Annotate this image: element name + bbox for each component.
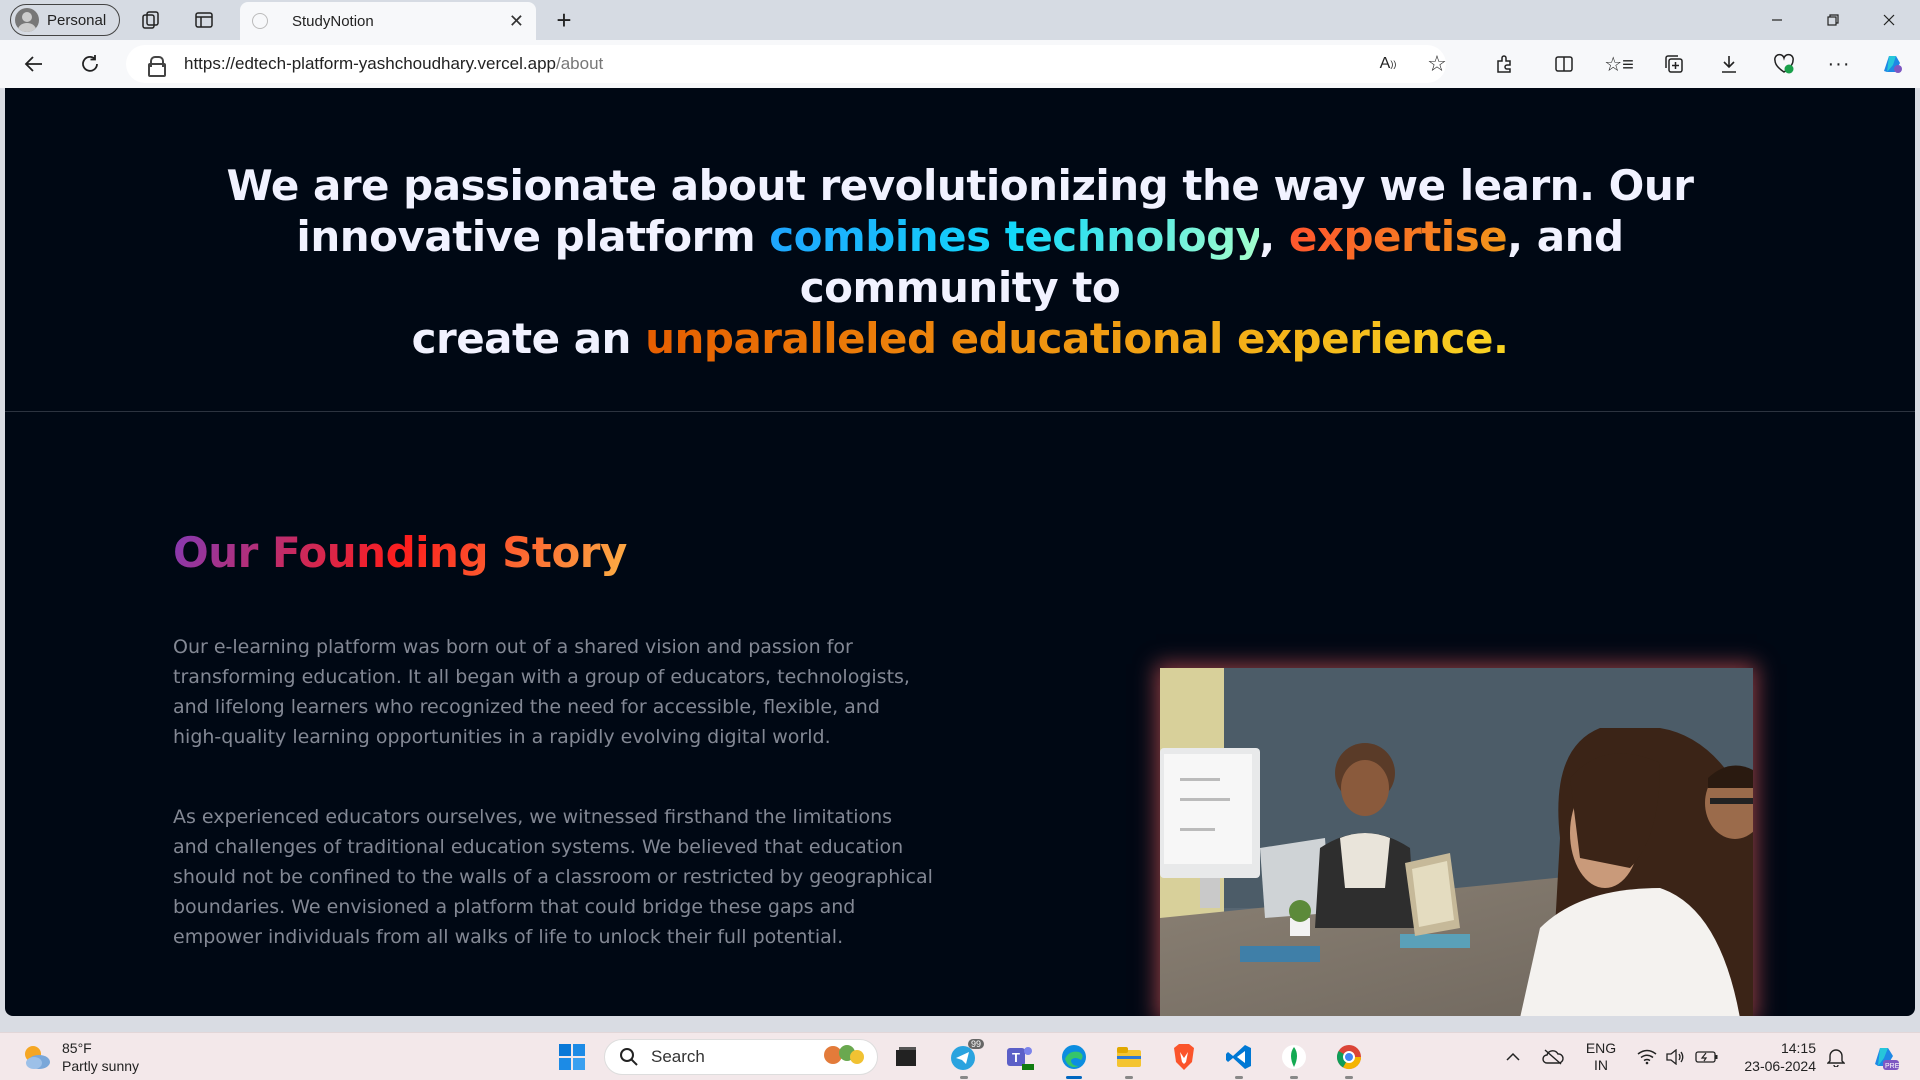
workspaces-icon[interactable] <box>133 2 169 38</box>
highlight-combines-technology: combines technology <box>769 212 1260 261</box>
refresh-icon[interactable] <box>72 46 108 82</box>
new-tab-icon[interactable]: + <box>546 2 582 38</box>
task-view-icon[interactable] <box>886 1039 926 1075</box>
system-clock[interactable]: 14:15 23-06-2024 <box>1730 1039 1816 1075</box>
restore-icon[interactable] <box>1806 0 1860 40</box>
copilot-taskbar-icon[interactable]: PRE <box>1864 1033 1904 1080</box>
page-viewport: We are passionate about revolutionizing … <box>5 88 1915 1016</box>
founding-story-paragraph-2: As experienced educators ourselves, we w… <box>173 806 933 948</box>
chrome-app-icon[interactable] <box>1329 1039 1369 1079</box>
battery-charging-icon[interactable] <box>1692 1033 1722 1080</box>
highlight-expertise: expertise <box>1288 212 1508 261</box>
language-code: ENG <box>1585 1040 1617 1056</box>
running-indicator <box>1125 1076 1133 1079</box>
active-indicator <box>1066 1076 1082 1079</box>
hero-heading: We are passionate about revolutionizing … <box>165 160 1755 364</box>
about-hero-section: We are passionate about revolutionizing … <box>5 88 1915 412</box>
partly-sunny-icon <box>20 1041 52 1073</box>
onedrive-offline-icon[interactable] <box>1538 1033 1568 1080</box>
start-button[interactable] <box>552 1039 592 1075</box>
highlight-unparalleled-experience: unparalleled educational experience. <box>645 314 1509 363</box>
close-window-icon[interactable] <box>1862 0 1916 40</box>
telegram-badge: 99 <box>967 1039 984 1049</box>
telegram-app-icon[interactable]: 99 <box>944 1039 984 1079</box>
url-text[interactable]: https://edtech-platform-yashchoudhary.ve… <box>184 54 603 74</box>
founding-story-title: Our Founding Story <box>173 528 627 577</box>
more-options-icon[interactable]: ··· <box>1821 46 1857 82</box>
downloads-icon[interactable] <box>1711 46 1747 82</box>
volume-icon[interactable] <box>1662 1033 1688 1080</box>
search-highlight-icon <box>819 1041 867 1074</box>
tab-favicon-icon <box>252 13 268 29</box>
tab-actions-icon[interactable] <box>186 2 222 38</box>
mongodb-compass-icon[interactable] <box>1274 1039 1314 1079</box>
weather-temperature: 85°F <box>62 1040 92 1056</box>
copilot-icon[interactable] <box>1874 46 1910 82</box>
search-placeholder: Search <box>651 1047 705 1066</box>
address-toolbar: https://edtech-platform-yashchoudhary.ve… <box>0 40 1920 88</box>
running-indicator <box>960 1076 968 1079</box>
language-indicator[interactable]: ENG IN <box>1578 1033 1624 1080</box>
wifi-icon[interactable] <box>1634 1033 1660 1080</box>
founding-story-paragraph-1: Our e-learning platform was born out of … <box>173 636 910 748</box>
back-icon[interactable] <box>16 46 52 82</box>
split-screen-icon[interactable] <box>1546 46 1582 82</box>
running-indicator <box>1290 1076 1298 1079</box>
taskbar-search-input[interactable]: Search <box>604 1039 878 1075</box>
profile-label: Personal <box>47 11 107 29</box>
hero-line-3-prefix: create an <box>411 314 646 363</box>
vscode-app-icon[interactable] <box>1219 1039 1259 1079</box>
weather-description: Partly sunny <box>62 1058 140 1074</box>
edge-app-icon[interactable] <box>1054 1039 1094 1079</box>
running-indicator <box>1235 1076 1243 1079</box>
file-explorer-icon[interactable] <box>1109 1039 1149 1079</box>
browser-essentials-icon[interactable] <box>1766 46 1802 82</box>
teams-app-icon[interactable]: T <box>999 1039 1039 1075</box>
svg-text:PRE: PRE <box>1885 1063 1899 1070</box>
clock-date: 23-06-2024 <box>1744 1058 1816 1074</box>
region-code: IN <box>1594 1057 1608 1073</box>
tab-title: StudyNotion <box>292 12 374 30</box>
search-icon <box>620 1048 638 1066</box>
profile-button[interactable]: Personal <box>10 4 120 36</box>
running-indicator <box>1345 1076 1353 1079</box>
minimize-icon[interactable] <box>1750 0 1804 40</box>
read-aloud-icon[interactable]: A)) <box>1370 46 1406 82</box>
hero-separator: , <box>1259 212 1289 261</box>
windows-taskbar: 85°F Partly sunny Search 99 T ENG IN 14:… <box>0 1032 1920 1080</box>
svg-text:T: T <box>1012 1050 1020 1065</box>
collections-icon[interactable] <box>1656 46 1692 82</box>
favorites-icon[interactable]: ☆≡ <box>1601 46 1637 82</box>
browser-tab-bar: Personal StudyNotion ✕ + <box>0 0 1920 40</box>
hero-line-1: We are passionate about revolutionizing … <box>226 161 1694 210</box>
clock-time: 14:15 <box>1780 1040 1816 1056</box>
founding-story-image <box>1160 668 1753 1016</box>
lock-icon[interactable] <box>148 56 166 77</box>
brave-app-icon[interactable] <box>1164 1039 1204 1075</box>
weather-widget[interactable]: 85°F Partly sunny <box>20 1039 139 1075</box>
notification-bell-icon[interactable] <box>1822 1033 1850 1080</box>
close-tab-icon[interactable]: ✕ <box>509 11 524 32</box>
hero-line-2-prefix: innovative platform <box>296 212 770 261</box>
tab-studynotion[interactable]: StudyNotion ✕ <box>240 2 536 40</box>
url-bar[interactable]: https://edtech-platform-yashchoudhary.ve… <box>126 45 1446 83</box>
show-hidden-icons-chevron-icon[interactable] <box>1500 1033 1526 1080</box>
favorite-star-icon[interactable]: ☆ <box>1419 46 1455 82</box>
avatar-icon <box>15 8 39 32</box>
extensions-icon[interactable] <box>1486 46 1522 82</box>
